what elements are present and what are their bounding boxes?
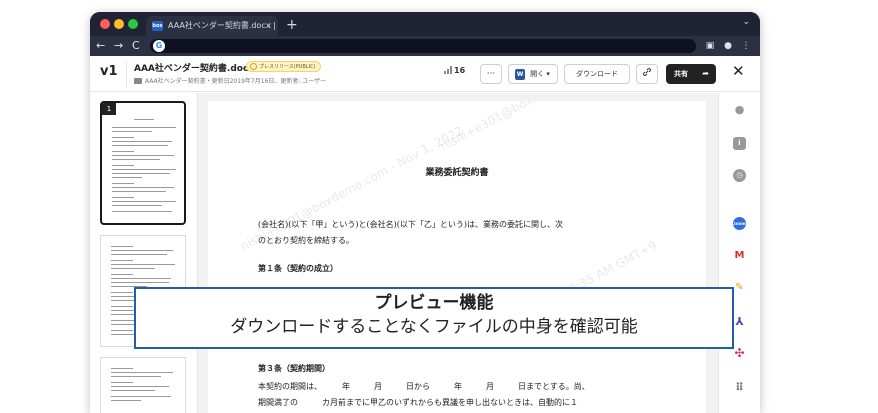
- maximize-window-button[interactable]: [128, 19, 138, 29]
- reload-button[interactable]: C: [132, 38, 140, 54]
- title-bar: box AAA社ベンダー契約書.docx | Pow × + ⌄: [90, 12, 760, 36]
- thumbnail-sidebar[interactable]: 1: [90, 93, 198, 413]
- right-sidebar: ● i ◷ zoom M ✎ ⅄ ✣ ⠿: [718, 93, 760, 413]
- close-preview-button[interactable]: ✕: [732, 62, 745, 80]
- gmail-icon[interactable]: M: [733, 249, 746, 262]
- classification-badge[interactable]: プレスリリース(PUBLIC): [246, 61, 321, 72]
- thumbnail-page-1[interactable]: 1: [100, 101, 186, 225]
- view-count-value: 16: [454, 66, 466, 75]
- adobe-sign-icon[interactable]: ⅄: [733, 315, 746, 328]
- meta-text: AAA社ベンダー契約書・更新日2019年7月16日、更新者: ユーザー: [145, 78, 327, 85]
- address-bar: ← → C G ▣ ● ⋮: [90, 36, 760, 56]
- kebab-menu-icon[interactable]: ⋮: [740, 40, 752, 52]
- sidepanel-icon[interactable]: ▣: [704, 40, 716, 52]
- close-window-button[interactable]: [100, 19, 110, 29]
- word-icon: W: [515, 69, 525, 80]
- document-viewer[interactable]: nishi+e301@boxdemo.com - Nov 1, 2022 nis…: [198, 93, 718, 413]
- copy-link-button[interactable]: [636, 64, 658, 84]
- apps-grid-icon[interactable]: ⠿: [733, 381, 746, 394]
- docusign-icon[interactable]: ✎: [733, 281, 746, 294]
- folder-icon: [134, 78, 142, 84]
- tab-close-icon[interactable]: ×: [265, 16, 272, 36]
- download-button[interactable]: ダウンロード: [564, 64, 630, 84]
- views-chart-icon: [444, 66, 452, 74]
- preview-header: v1 AAA社ベンダー契約書.docx プレスリリース(PUBLIC) AAA社…: [90, 56, 760, 92]
- open-label: 開く: [530, 70, 545, 78]
- slack-icon[interactable]: ✣: [733, 347, 746, 360]
- box-favicon-icon: box: [152, 21, 163, 31]
- chevron-down-icon: ▾: [546, 70, 550, 78]
- watermark: nishi+e301@boxdemo.com - Nov 1, 2022: [438, 101, 666, 153]
- more-options-button[interactable]: ···: [480, 64, 502, 84]
- badge-label: プレスリリース(PUBLIC): [259, 64, 316, 70]
- back-button[interactable]: ←: [96, 38, 105, 54]
- comment-icon[interactable]: ●: [733, 103, 746, 116]
- document-page: nishi+e301@boxdemo.com - Nov 1, 2022 nis…: [208, 101, 706, 413]
- tab-title: AAA社ベンダー契約書.docx | Pow: [168, 21, 278, 30]
- open-with-button[interactable]: W 開く ▾: [508, 64, 558, 84]
- feature-banner: プレビュー機能 ダウンロードすることなくファイルの中身を確認可能: [134, 287, 734, 349]
- divider: [126, 60, 127, 88]
- share-button[interactable]: 共有 ➦: [666, 64, 716, 84]
- file-name: AAA社ベンダー契約書.docx: [134, 64, 255, 74]
- document-paragraph: のとおり契約を締結する。: [258, 236, 354, 245]
- banner-subtitle: ダウンロードすることなくファイルの中身を確認可能: [230, 317, 638, 337]
- box-preview-app: v1 AAA社ベンダー契約書.docx プレスリリース(PUBLIC) AAA社…: [90, 56, 760, 413]
- classification-icon: [250, 63, 257, 70]
- document-paragraph: (会社名)(以下「甲」という)と(会社名)(以下「乙」という)は、業務の委託に関…: [258, 220, 563, 229]
- banner-title: プレビュー機能: [374, 293, 494, 313]
- info-icon[interactable]: i: [733, 137, 746, 150]
- thumbnail-page-3[interactable]: [100, 357, 186, 413]
- forward-button[interactable]: →: [114, 38, 123, 54]
- tab-search-icon[interactable]: ⌄: [742, 17, 750, 27]
- version-label[interactable]: v1: [100, 64, 118, 79]
- google-icon: G: [153, 40, 165, 52]
- view-count[interactable]: 16: [444, 66, 465, 75]
- article-heading: 第３条（契約期間）: [258, 363, 330, 373]
- document-paragraph: 本契約の期間は、 年 月 日から 年 月 日までとする。尚、: [258, 382, 590, 391]
- activity-icon[interactable]: ◷: [733, 169, 746, 182]
- new-tab-button[interactable]: +: [286, 16, 298, 34]
- browser-tab[interactable]: box AAA社ベンダー契約書.docx | Pow ×: [146, 16, 278, 36]
- share-label: 共有: [674, 70, 688, 78]
- article-heading: 第１条（契約の成立）: [258, 263, 338, 273]
- minimize-window-button[interactable]: [114, 19, 124, 29]
- document-paragraph: 期間満了の カ月前までに甲乙のいずれからも異議を申し出ないときは、自動的に１: [258, 398, 578, 407]
- zoom-app-icon[interactable]: zoom: [733, 217, 746, 230]
- browser-window: box AAA社ベンダー契約書.docx | Pow × + ⌄ ← → C G…: [90, 12, 760, 413]
- link-icon: [643, 68, 651, 76]
- file-meta: AAA社ベンダー契約書・更新日2019年7月16日、更新者: ユーザー: [134, 76, 326, 85]
- url-input[interactable]: G: [150, 39, 696, 53]
- share-arrow-icon: ➦: [702, 69, 709, 78]
- thumbnail-page-number: 1: [102, 103, 116, 115]
- document-title: 業務委託契約書: [425, 168, 489, 178]
- preview-body: 1 nishi+e301@boxdemo.com - Nov 1, 2022 業…: [90, 93, 760, 413]
- profile-icon[interactable]: ●: [722, 40, 734, 52]
